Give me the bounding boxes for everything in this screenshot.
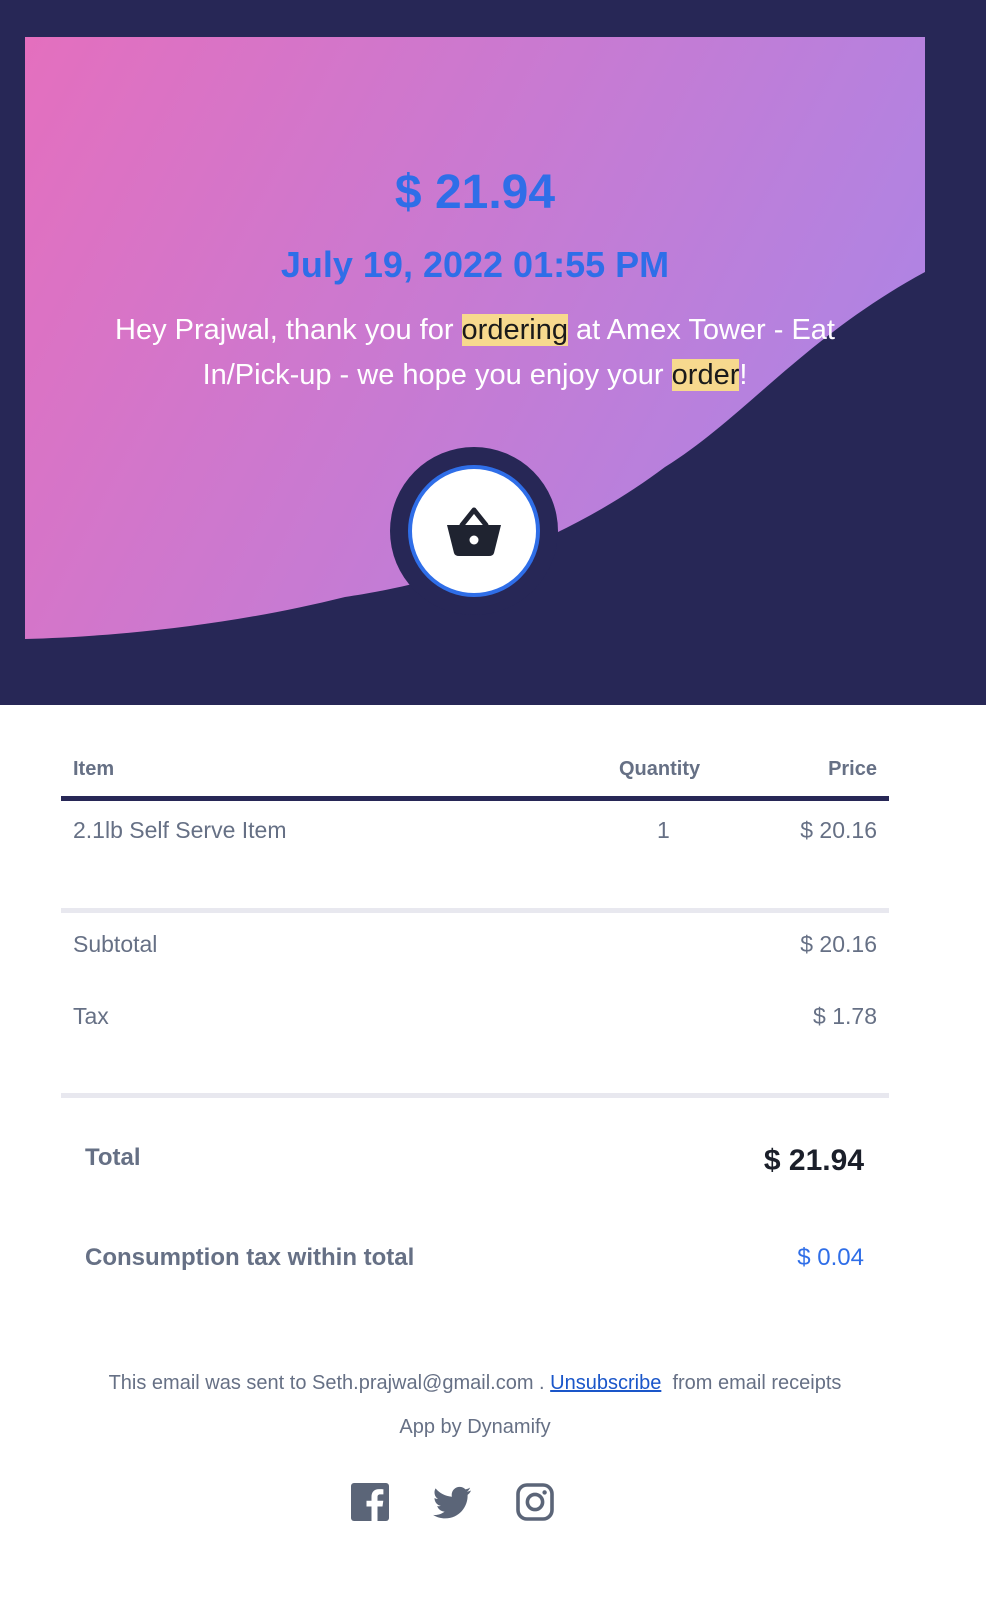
consumption-tax-value: $ 0.04 bbox=[797, 1244, 864, 1271]
instagram-icon[interactable] bbox=[515, 1482, 555, 1522]
subtotal-value: $ 20.16 bbox=[800, 931, 877, 957]
item-name: 2.1lb Self Serve Item bbox=[73, 817, 287, 843]
shopping-basket-icon bbox=[447, 507, 501, 556]
order-amount: $ 21.94 bbox=[394, 166, 556, 219]
total-value: $ 21.94 bbox=[763, 1144, 864, 1177]
highlighted-word: order bbox=[671, 359, 740, 391]
app-credit: App by Dynamify bbox=[399, 1416, 551, 1438]
unsubscribe-link[interactable]: Unsubscribe bbox=[550, 1372, 661, 1394]
facebook-icon[interactable] bbox=[350, 1482, 390, 1522]
tax-value: $ 1.78 bbox=[813, 1003, 877, 1029]
item-quantity: 1 bbox=[657, 817, 670, 843]
order-datetime: July 19, 2022 01:55 PM bbox=[280, 244, 670, 285]
footer-suffix-text: from email receipts bbox=[661, 1372, 842, 1394]
subtotal-label: Subtotal bbox=[73, 931, 158, 957]
footer-notice: This email was sent to Seth.prajwal@gmai… bbox=[0, 1372, 950, 1395]
section-divider bbox=[61, 1093, 889, 1098]
total-label: Total bbox=[85, 1144, 141, 1171]
highlighted-word: ordering bbox=[461, 314, 568, 346]
thank-you-message: Hey Prajwal, thank you for ordering at A… bbox=[85, 308, 865, 398]
tax-label: Tax bbox=[73, 1003, 109, 1029]
message-text: ! bbox=[739, 359, 748, 391]
header-divider bbox=[61, 796, 889, 801]
basket-circle bbox=[408, 465, 540, 597]
basket-badge bbox=[390, 447, 558, 615]
column-header-price: Price bbox=[828, 758, 877, 780]
item-price: $ 20.16 bbox=[800, 817, 877, 843]
footer-sent-text: This email was sent to Seth.prajwal@gmai… bbox=[108, 1372, 551, 1394]
column-header-item: Item bbox=[73, 758, 115, 780]
message-text: Hey Prajwal, thank you for bbox=[115, 314, 462, 346]
consumption-tax-label: Consumption tax within total bbox=[85, 1244, 415, 1271]
section-divider bbox=[61, 908, 889, 913]
receipt-email: $ 21.94 July 19, 2022 01:55 PM Hey Prajw… bbox=[0, 0, 986, 1620]
receipt-header: $ 21.94 July 19, 2022 01:55 PM Hey Prajw… bbox=[0, 0, 986, 705]
twitter-icon[interactable] bbox=[433, 1482, 473, 1522]
column-header-quantity: Quantity bbox=[619, 758, 701, 780]
hero-card: $ 21.94 July 19, 2022 01:55 PM Hey Prajw… bbox=[25, 37, 925, 657]
